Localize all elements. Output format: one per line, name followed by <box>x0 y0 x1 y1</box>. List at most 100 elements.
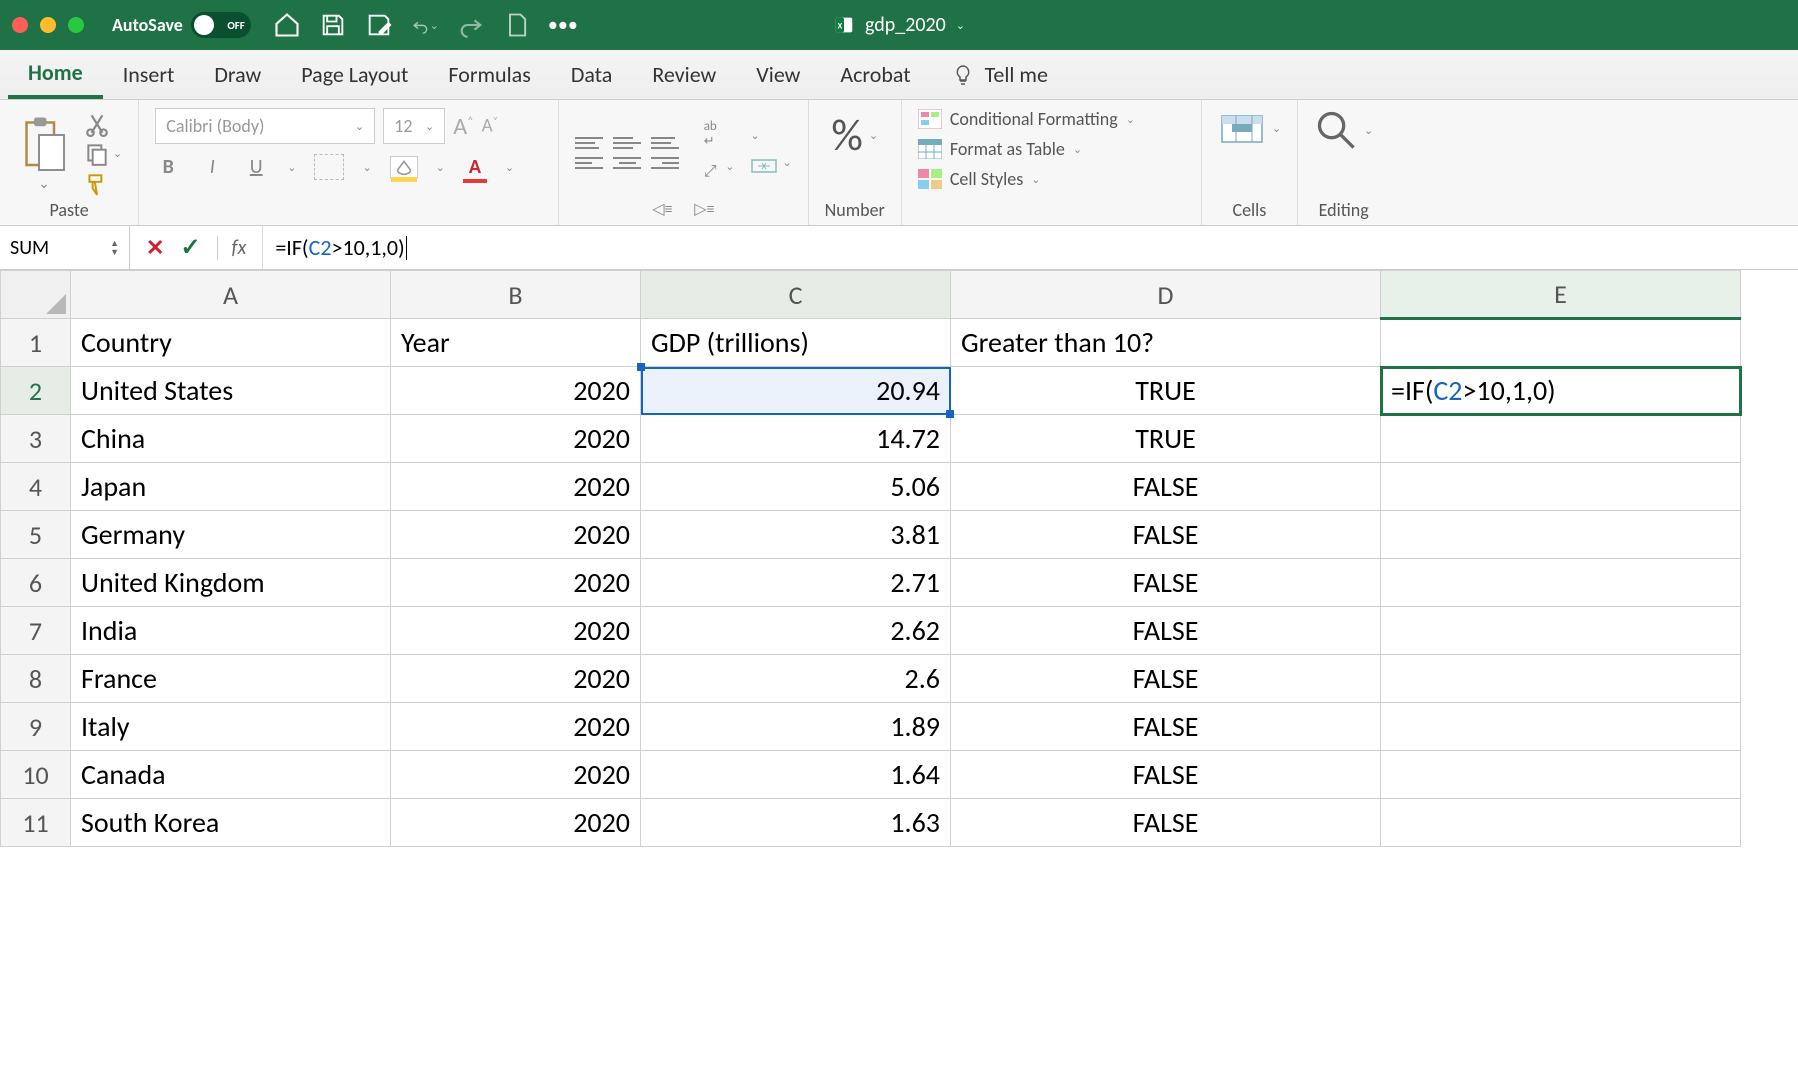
format-painter-icon[interactable] <box>84 171 110 197</box>
cell[interactable] <box>1381 751 1741 799</box>
cell[interactable]: FALSE <box>951 511 1381 559</box>
tab-home[interactable]: Home <box>8 50 103 99</box>
fx-icon[interactable]: fx <box>217 236 247 260</box>
row-header[interactable]: 9 <box>1 703 71 751</box>
col-header-d[interactable]: D <box>951 271 1381 319</box>
row-header[interactable]: 11 <box>1 799 71 847</box>
cell[interactable]: FALSE <box>951 655 1381 703</box>
format-as-table-button[interactable]: Format as Table⌄ <box>918 138 1185 160</box>
cancel-formula-button[interactable]: ✕ <box>146 234 164 261</box>
cell[interactable]: FALSE <box>951 751 1381 799</box>
cell[interactable] <box>1381 607 1741 655</box>
formula-input[interactable]: =IF(C2>10,1,0) <box>262 226 1798 269</box>
save-edit-icon[interactable] <box>365 11 393 39</box>
confirm-formula-button[interactable]: ✓ <box>180 233 200 262</box>
cell[interactable]: Canada <box>71 751 391 799</box>
cell[interactable] <box>1381 799 1741 847</box>
spreadsheet-grid[interactable]: A B C D E 1 Country Year GDP (trillions)… <box>0 270 1798 847</box>
cell-styles-button[interactable]: Cell Styles⌄ <box>918 168 1185 190</box>
align-middle-icon[interactable] <box>613 137 641 149</box>
select-all-corner[interactable] <box>1 271 71 319</box>
cell[interactable]: 2020 <box>391 799 641 847</box>
row-header[interactable]: 5 <box>1 511 71 559</box>
cell[interactable]: FALSE <box>951 607 1381 655</box>
decrease-font-icon[interactable]: A˅ <box>482 114 498 137</box>
cell[interactable]: United Kingdom <box>71 559 391 607</box>
cell[interactable]: 1.64 <box>641 751 951 799</box>
minimize-window-button[interactable] <box>40 17 56 33</box>
cell[interactable]: France <box>71 655 391 703</box>
row-header[interactable]: 7 <box>1 607 71 655</box>
increase-font-icon[interactable]: A˄ <box>453 112 473 141</box>
tell-me-search[interactable]: Tell me <box>951 61 1048 88</box>
cut-icon[interactable] <box>84 111 110 137</box>
tab-data[interactable]: Data <box>551 50 633 99</box>
autosave-switch[interactable]: OFF <box>191 12 251 38</box>
col-header-b[interactable]: B <box>391 271 641 319</box>
borders-button[interactable] <box>314 154 344 180</box>
close-window-button[interactable] <box>12 17 28 33</box>
cell[interactable]: South Korea <box>71 799 391 847</box>
col-header-a[interactable]: A <box>71 271 391 319</box>
cell-c1[interactable]: GDP (trillions) <box>641 319 951 367</box>
merge-icon[interactable] <box>750 156 778 176</box>
tab-review[interactable]: Review <box>632 50 736 99</box>
cell[interactable]: 2.6 <box>641 655 951 703</box>
cell[interactable] <box>1381 511 1741 559</box>
document-title[interactable]: X gdp_2020 ⌄ <box>833 0 965 50</box>
tab-formulas[interactable]: Formulas <box>428 50 550 99</box>
cell[interactable]: 5.06 <box>641 463 951 511</box>
orientation-icon[interactable]: ⤢ <box>695 160 725 184</box>
percent-icon[interactable]: % <box>831 108 862 162</box>
cell[interactable]: 14.72 <box>641 415 951 463</box>
cell[interactable]: FALSE <box>951 559 1381 607</box>
home-icon[interactable] <box>273 11 301 39</box>
cell[interactable]: 2020 <box>391 415 641 463</box>
save-icon[interactable] <box>319 11 347 39</box>
font-size-selector[interactable]: 12⌄ <box>383 108 445 144</box>
col-header-e[interactable]: E <box>1381 271 1741 319</box>
cell[interactable]: United States <box>71 367 391 415</box>
fill-color-button[interactable] <box>390 156 418 178</box>
name-box[interactable]: SUM ▲▼ <box>0 226 130 269</box>
align-top-icon[interactable] <box>575 137 603 149</box>
row-header[interactable]: 1 <box>1 319 71 367</box>
cell[interactable]: 2020 <box>391 511 641 559</box>
align-left-icon[interactable] <box>575 157 603 169</box>
find-icon[interactable] <box>1314 108 1358 152</box>
cell[interactable]: 2.62 <box>641 607 951 655</box>
row-header[interactable]: 6 <box>1 559 71 607</box>
cell[interactable]: TRUE <box>951 415 1381 463</box>
cell[interactable] <box>1381 703 1741 751</box>
bold-button[interactable]: B <box>155 155 181 179</box>
cell-a1[interactable]: Country <box>71 319 391 367</box>
tab-draw[interactable]: Draw <box>194 50 281 99</box>
cell[interactable] <box>1381 463 1741 511</box>
row-header[interactable]: 8 <box>1 655 71 703</box>
undo-icon[interactable]: ⌄ <box>411 11 439 39</box>
cell[interactable]: Japan <box>71 463 391 511</box>
cell[interactable]: Germany <box>71 511 391 559</box>
align-right-icon[interactable] <box>651 157 679 169</box>
increase-indent-icon[interactable]: ▷≡ <box>689 197 719 221</box>
cell[interactable]: 3.81 <box>641 511 951 559</box>
cell-d1[interactable]: Greater than 10? <box>951 319 1381 367</box>
more-icon[interactable]: ••• <box>549 11 577 39</box>
cell[interactable]: India <box>71 607 391 655</box>
tab-page-layout[interactable]: Page Layout <box>281 50 428 99</box>
tab-insert[interactable]: Insert <box>103 50 195 99</box>
cell[interactable]: Italy <box>71 703 391 751</box>
row-header[interactable]: 10 <box>1 751 71 799</box>
cell-e2-editing[interactable]: =IF(C2>10,1,0) <box>1381 367 1741 415</box>
cell[interactable]: 1.89 <box>641 703 951 751</box>
italic-button[interactable]: I <box>199 155 225 179</box>
cell[interactable]: FALSE <box>951 703 1381 751</box>
underline-button[interactable]: U <box>243 155 269 179</box>
cell[interactable]: TRUE <box>951 367 1381 415</box>
tab-acrobat[interactable]: Acrobat <box>820 50 930 99</box>
row-header[interactable]: 3 <box>1 415 71 463</box>
row-header[interactable]: 4 <box>1 463 71 511</box>
cell[interactable] <box>1381 559 1741 607</box>
cell[interactable]: 1.63 <box>641 799 951 847</box>
align-center-icon[interactable] <box>613 157 641 169</box>
